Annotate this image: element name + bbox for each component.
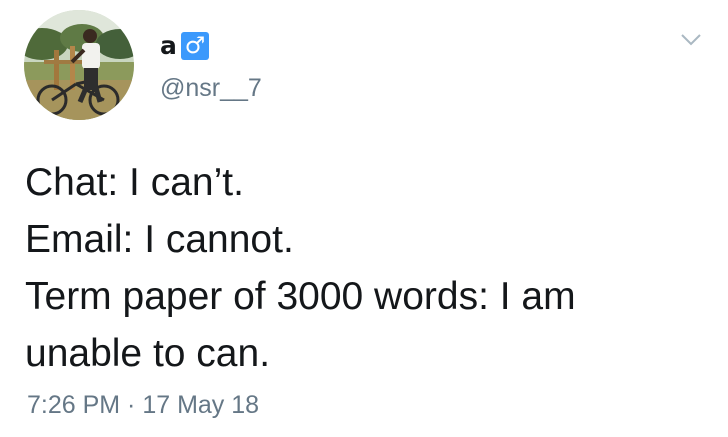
user-handle[interactable]: @nsr__7 — [160, 73, 262, 103]
tweet-text-line: Term paper of 3000 words: I am — [25, 275, 576, 318]
tweet-timestamp[interactable]: 7:26 PM · 17 May 18 — [27, 389, 259, 421]
display-name-text[interactable]: a — [160, 31, 177, 61]
display-name[interactable]: a ♂ — [160, 30, 209, 62]
more-options-button[interactable] — [676, 28, 706, 52]
tweet-card: a ♂ @nsr__7 Chat: I can’t. Email: I cann… — [0, 0, 728, 437]
male-sign-icon: ♂ — [180, 32, 209, 60]
tweet-text: Chat: I can’t. Email: I cannot. Term pap… — [25, 154, 715, 382]
avatar-photo — [24, 10, 134, 120]
tweet-text-line: Email: I cannot. — [25, 218, 294, 261]
chevron-down-icon — [681, 34, 701, 46]
avatar[interactable] — [24, 10, 134, 120]
tweet-text-line: unable to can. — [25, 332, 271, 375]
tweet-text-line: Chat: I can’t. — [25, 161, 244, 204]
